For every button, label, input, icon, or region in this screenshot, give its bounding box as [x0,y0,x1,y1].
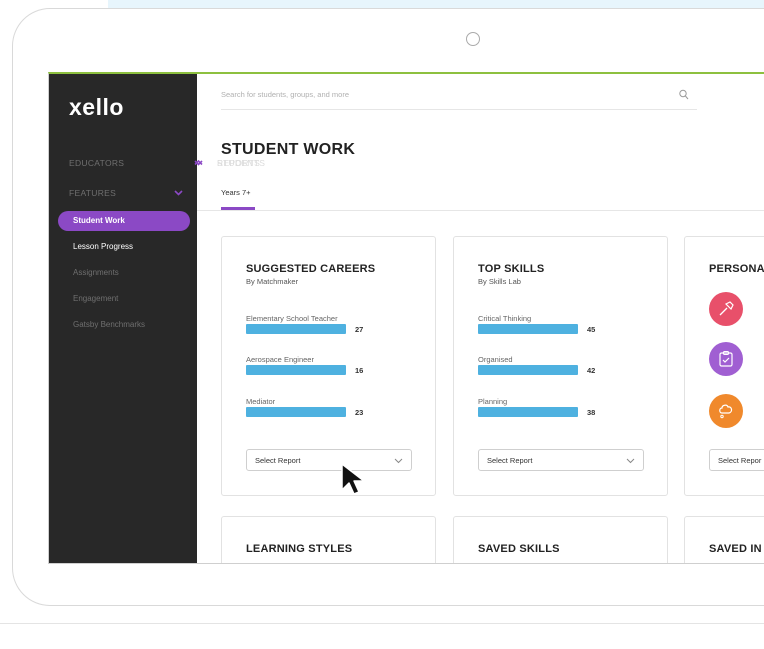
bar [246,365,346,375]
bar [478,365,578,375]
card-suggested-careers: SUGGESTED CAREERS By Matchmaker Elementa… [221,236,436,496]
card-title: SUGGESTED CAREERS [246,263,376,275]
bar-value: 23 [355,408,364,417]
select-report-dropdown[interactable]: Select Repor [709,449,764,471]
app-screen: xello STUDENTS EDUCATORS FEATURES REPORT… [48,72,764,564]
select-value: Select Repor [718,456,762,465]
sidebar-item-gatsby-benchmarks[interactable]: Gatsby Benchmarks [49,312,197,338]
sidebar-item-features[interactable]: FEATURES [49,178,197,208]
tab-years-7-plus[interactable]: Years 7+ [221,188,251,197]
bar-label: Elementary School Teacher [246,314,338,323]
thought-bubble-icon [709,394,743,428]
select-report-dropdown[interactable]: Select Report [246,449,412,471]
chevron-down-icon [626,458,635,464]
card-subtitle: By Skills Lab [478,277,521,286]
xello-logo[interactable]: xello [69,94,124,121]
base-line [0,623,764,624]
mouse-cursor-icon [341,463,365,495]
bar-label: Planning [478,397,508,406]
tab-divider [197,210,764,211]
select-value: Select Report [255,456,301,465]
search-input[interactable]: Search for students, groups, and more [221,90,349,99]
card-title: TOP SKILLS [478,263,545,275]
card-top-skills: TOP SKILLS By Skills Lab Critical Thinki… [453,236,668,496]
card-personality: PERSONA Select Repor [684,236,764,496]
bar-value: 45 [587,325,596,334]
bar-label: Critical Thinking [478,314,532,323]
card-title: PERSONA [709,263,764,275]
card-saved-interests: SAVED IN [684,516,764,563]
hammer-icon [709,292,743,326]
bar [478,407,578,417]
select-report-dropdown[interactable]: Select Report [478,449,644,471]
page-title: STUDENT WORK [221,141,356,158]
bar-label: Organised [478,355,513,364]
card-learning-styles: LEARNING STYLES [221,516,436,563]
card-title: SAVED IN [709,543,762,555]
main-content: Search for students, groups, and more ST… [197,74,764,563]
bar-label: Aerospace Engineer [246,355,314,364]
bar-value: 42 [587,366,596,375]
bar-value: 38 [587,408,596,417]
card-saved-skills: SAVED SKILLS [453,516,668,563]
clipboard-icon [709,342,743,376]
bar-value: 16 [355,366,364,375]
top-strip [108,0,764,8]
bar-label: Mediator [246,397,276,406]
sidebar-item-engagement[interactable]: Engagement [49,286,197,312]
bar [246,407,346,417]
card-title: LEARNING STYLES [246,543,353,555]
sidebar-nav: STUDENTS EDUCATORS FEATURES REPORTS Stud… [49,148,265,338]
chevron-down-icon [394,458,403,464]
sidebar-item-student-work[interactable]: Student Work [49,208,197,234]
sidebar-item-label: Assignments [73,268,119,277]
card-subtitle: By Matchmaker [246,277,299,286]
sidebar-item-label: FEATURES [69,188,117,198]
search-icon[interactable] [679,89,689,101]
logo-text: xello [69,94,124,120]
sidebar-item-assignments[interactable]: Assignments [49,260,197,286]
sidebar-item-lesson-progress[interactable]: Lesson Progress [49,234,197,260]
sidebar-item-label: Gatsby Benchmarks [73,320,146,329]
sidebar-item-label: EDUCATORS [69,158,125,168]
sidebar: xello STUDENTS EDUCATORS FEATURES REPORT… [49,74,265,563]
sidebar-item-label: Student Work [73,216,125,225]
bar [246,324,346,334]
card-title: SAVED SKILLS [478,543,560,555]
bar-value: 27 [355,325,364,334]
sidebar-item-label: Engagement [73,294,119,303]
sidebar-item-label: Lesson Progress [73,242,134,251]
stage: xello STUDENTS EDUCATORS FEATURES REPORT… [0,0,764,649]
search-bar[interactable]: Search for students, groups, and more [221,82,697,110]
select-value: Select Report [487,456,533,465]
bar [478,324,578,334]
camera-icon [466,32,480,46]
sidebar-item-educators[interactable]: EDUCATORS [49,148,197,178]
